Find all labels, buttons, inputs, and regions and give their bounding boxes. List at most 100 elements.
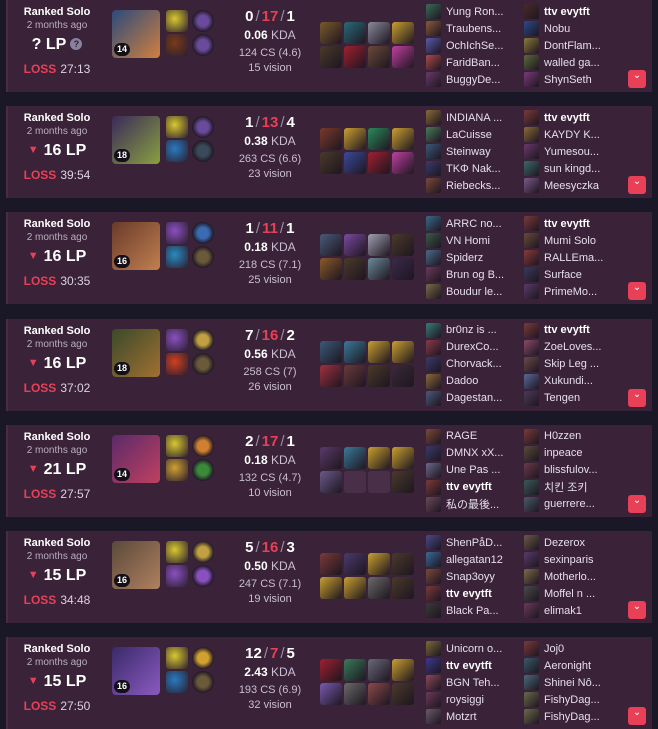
player-name[interactable]: Aeronight — [544, 660, 591, 672]
champion-portrait[interactable]: 16 — [112, 647, 160, 696]
player-name[interactable]: FishyDag... — [544, 694, 600, 706]
champion-portrait[interactable]: 14 — [112, 10, 160, 58]
player-entry[interactable]: Meesyczka — [524, 177, 624, 194]
player-name[interactable]: Black Pa... — [446, 605, 499, 617]
item-icon[interactable] — [368, 152, 390, 175]
player-entry[interactable]: ARRC no... — [426, 215, 526, 232]
player-name[interactable]: TKΦ Nak... — [446, 163, 501, 175]
player-entry[interactable]: DontFlam... — [524, 37, 624, 54]
item-icon[interactable] — [368, 234, 390, 257]
item-icon[interactable] — [368, 364, 390, 387]
player-entry[interactable]: Dagestan... — [426, 390, 526, 407]
item-icon[interactable] — [344, 46, 366, 68]
player-name[interactable]: Spiderz — [446, 252, 483, 264]
player-name[interactable]: FaridBan... — [446, 57, 500, 69]
champion-portrait[interactable]: 16 — [112, 222, 160, 271]
player-name[interactable]: Une Pas ... — [446, 464, 500, 476]
player-entry[interactable]: Yumesou... — [524, 143, 624, 160]
item-icon[interactable] — [320, 553, 342, 575]
summoner-spell-icon[interactable] — [166, 10, 188, 32]
item-icon[interactable] — [368, 577, 390, 599]
summoner-spell-icon[interactable] — [166, 565, 188, 587]
chevron-down-icon[interactable]: ⌄ — [628, 601, 646, 619]
player-name[interactable]: 私の最後... — [446, 496, 499, 512]
player-entry[interactable]: Unicorn o... — [426, 640, 526, 657]
player-name[interactable]: Motherlo... — [544, 571, 596, 583]
match-row[interactable]: Ranked Solo 2 months ago ▼ 16 LP LOSS 37:02 18… — [6, 318, 652, 411]
player-entry[interactable]: allegatan12 — [426, 551, 526, 568]
player-name[interactable]: Dezerox — [544, 537, 585, 549]
player-name[interactable]: Snap3oyy — [446, 571, 495, 583]
player-name[interactable]: Xukundi... — [544, 375, 593, 387]
player-entry[interactable]: ZoeLoves... — [524, 339, 624, 356]
player-entry[interactable]: inpeace — [524, 445, 624, 462]
player-entry[interactable]: BuggyDe... — [426, 71, 526, 88]
rune-icon[interactable] — [192, 565, 214, 587]
player-name[interactable]: ttv evytft — [446, 588, 492, 600]
champion-portrait[interactable]: 14 — [112, 434, 160, 483]
player-name[interactable]: guerrere... — [544, 498, 595, 510]
player-entry[interactable]: H0zzen — [524, 428, 624, 445]
player-entry[interactable]: Black Pa... — [426, 602, 526, 619]
player-self[interactable]: ttv evytft — [524, 109, 624, 126]
player-entry[interactable]: Traubens... — [426, 20, 526, 37]
player-entry[interactable]: KAYDY K... — [524, 126, 624, 143]
player-entry[interactable]: Shinei Nô... — [524, 674, 624, 691]
summoner-spell-icon[interactable] — [166, 246, 188, 269]
player-name[interactable]: Yung Ron... — [446, 6, 504, 18]
item-icon[interactable] — [344, 683, 366, 706]
rune-icon[interactable] — [192, 10, 214, 32]
item-icon[interactable] — [320, 152, 342, 175]
player-name[interactable]: Skip Leg ... — [544, 358, 599, 370]
player-name[interactable]: 치킨 조키 — [544, 479, 588, 495]
player-name[interactable]: ttv evytft — [544, 6, 590, 18]
item-icon[interactable] — [392, 577, 414, 599]
rune-icon[interactable] — [192, 541, 214, 563]
item-icon[interactable] — [344, 128, 366, 151]
player-entry[interactable]: Chorvack... — [426, 356, 526, 373]
item-icon[interactable] — [392, 46, 414, 68]
item-icon[interactable] — [392, 22, 414, 44]
player-entry[interactable]: br0nz is ... — [426, 322, 526, 339]
player-name[interactable]: ShynSeth — [544, 74, 592, 86]
player-name[interactable]: ShenPåD... — [446, 537, 502, 549]
player-entry[interactable]: Dezerox — [524, 534, 624, 551]
item-icon[interactable] — [344, 258, 366, 281]
player-name[interactable]: Brun og B... — [446, 269, 504, 281]
player-name[interactable]: Shinei Nô... — [544, 677, 601, 689]
player-name[interactable]: BuggyDe... — [446, 74, 500, 86]
player-name[interactable]: BGN Teh... — [446, 677, 500, 689]
chevron-down-icon[interactable]: ⌄ — [628, 282, 646, 301]
player-entry[interactable]: Steinway — [426, 143, 526, 160]
player-name[interactable]: Moffel n ... — [544, 588, 595, 600]
player-name[interactable]: LaCuisse — [446, 129, 492, 141]
player-entry[interactable]: FishyDag... — [524, 708, 624, 725]
player-entry[interactable]: VN Homi — [426, 232, 526, 249]
player-name[interactable]: ttv evytft — [544, 324, 590, 336]
summoner-spell-icon[interactable] — [166, 458, 188, 481]
item-icon[interactable] — [392, 470, 414, 493]
player-self[interactable]: ttv evytft — [426, 657, 526, 674]
item-icon[interactable] — [320, 446, 342, 469]
player-name[interactable]: elimak1 — [544, 605, 582, 617]
item-icon[interactable] — [368, 446, 390, 469]
player-entry[interactable]: Moffel n ... — [524, 585, 624, 602]
player-name[interactable]: ttv evytft — [446, 660, 492, 672]
player-entry[interactable]: Surface — [524, 266, 624, 283]
item-icon[interactable] — [368, 128, 390, 151]
summoner-spell-icon[interactable] — [166, 328, 188, 351]
player-entry[interactable]: RALLEma... — [524, 249, 624, 266]
player-name[interactable]: Motzrt — [446, 711, 477, 723]
item-icon[interactable] — [344, 446, 366, 469]
player-entry[interactable]: Une Pas ... — [426, 462, 526, 479]
chevron-down-icon[interactable]: ⌄ — [628, 494, 646, 513]
player-entry[interactable]: PrimeMo... — [524, 283, 624, 300]
player-entry[interactable]: DMNX xX... — [426, 445, 526, 462]
item-icon[interactable] — [368, 683, 390, 706]
rune-icon[interactable] — [192, 352, 214, 375]
player-name[interactable]: DurexCo... — [446, 341, 499, 353]
player-entry[interactable]: Brun og B... — [426, 266, 526, 283]
rune-icon[interactable] — [192, 246, 214, 269]
summoner-spell-icon[interactable] — [166, 116, 188, 139]
question-icon[interactable]: ? — [70, 38, 83, 50]
